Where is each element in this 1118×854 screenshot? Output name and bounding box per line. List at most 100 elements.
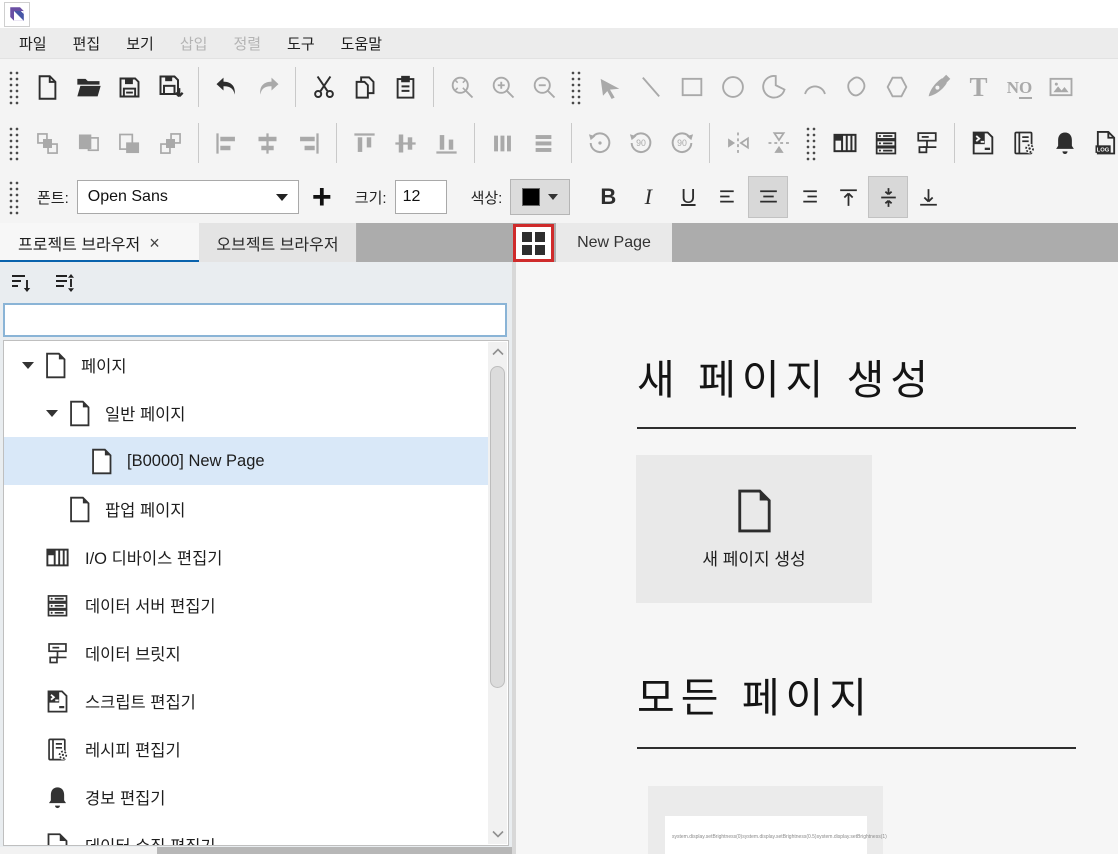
data-server-editor-button[interactable] <box>865 120 906 166</box>
tree-item-label: 일반 페이지 <box>105 401 185 425</box>
ellipse-icon <box>719 73 747 101</box>
script-editor-button[interactable] <box>962 120 1003 166</box>
tab-object-browser[interactable]: 오브젝트 브라우저 <box>199 223 357 263</box>
menu-tools[interactable]: 도구 <box>274 28 328 58</box>
scrollbar-thumb[interactable] <box>490 366 505 688</box>
thumbnail-text-row: system.display.setBrightness(0) system.d… <box>665 816 867 840</box>
text-valign-middle-button[interactable] <box>868 176 908 218</box>
tree-vertical-scrollbar[interactable] <box>488 342 507 844</box>
paste-button[interactable] <box>385 64 426 110</box>
data-bridge-button[interactable] <box>906 120 947 166</box>
font-size-input[interactable] <box>395 180 447 214</box>
data-logger-button[interactable]: LOG <box>1085 120 1118 166</box>
ungroup-icon <box>157 130 184 157</box>
toolbar-grip[interactable] <box>7 179 20 215</box>
text-valign-bottom-button[interactable] <box>908 176 948 218</box>
size-label: 크기: <box>355 187 387 208</box>
tree-item-data-server-editor[interactable]: 데이터 서버 편집기 <box>4 581 489 629</box>
scroll-up-arrow-icon[interactable] <box>488 342 507 362</box>
add-font-button[interactable]: + <box>303 177 341 217</box>
select-tool-button <box>589 64 630 110</box>
scrollbar-thumb[interactable] <box>157 847 512 854</box>
data-bridge-icon <box>44 640 71 667</box>
new-page-section-title: 새 페이지 생성 <box>637 346 934 406</box>
polygon-tool-button <box>876 64 917 110</box>
new-project-button[interactable] <box>27 64 68 110</box>
recipe-editor-button[interactable] <box>1003 120 1044 166</box>
create-new-page-button[interactable]: 새 페이지 생성 <box>636 455 872 603</box>
save-icon <box>116 74 143 101</box>
ellipse-tool-button <box>712 64 753 110</box>
io-device-editor-button[interactable] <box>824 120 865 166</box>
page-thumbnail-card[interactable]: system.display.setBrightness(0) system.d… <box>648 786 883 854</box>
toolbar-row-font: 폰트: Open Sans + 크기: 색상: B I U <box>0 171 1118 223</box>
project-browser-panel: 페이지 일반 페이지 [B0000] New Page 팝업 페이지 I/O 디… <box>0 262 512 854</box>
collapse-all-button[interactable] <box>6 268 36 298</box>
tree-item-recipe-editor[interactable]: 레시피 편집기 <box>4 725 489 773</box>
io-device-icon <box>831 129 859 157</box>
tree-item-b0000-new-page[interactable]: [B0000] New Page <box>4 437 489 485</box>
bold-button[interactable]: B <box>588 176 628 218</box>
tree-item-data-collection-editor[interactable]: 데이터 수집 편집기 <box>4 821 489 846</box>
open-project-button[interactable] <box>68 64 109 110</box>
tree-item-normal-pages[interactable]: 일반 페이지 <box>4 389 489 437</box>
toolbar-area: T NO 90 90 LOG <box>0 58 1118 223</box>
menu-view[interactable]: 보기 <box>113 28 167 58</box>
expander-arrow-icon[interactable] <box>46 410 58 417</box>
zoom-in-icon <box>489 73 517 101</box>
cut-button[interactable] <box>303 64 344 110</box>
pen-tool-button <box>917 64 958 110</box>
send-to-back-button <box>109 120 150 166</box>
freeform-shape-icon <box>842 73 870 101</box>
tree-item-pages[interactable]: 페이지 <box>4 341 489 389</box>
tree-item-io-device-editor[interactable]: I/O 디바이스 편집기 <box>4 533 489 581</box>
text-align-left-button[interactable] <box>708 176 748 218</box>
toolbar-grip[interactable] <box>7 69 20 105</box>
tree-item-data-bridge[interactable]: 데이터 브릿지 <box>4 629 489 677</box>
app-menu-button[interactable] <box>4 2 30 27</box>
menu-file[interactable]: 파일 <box>6 28 60 58</box>
recipe-icon <box>44 736 71 763</box>
underline-button[interactable]: U <box>668 176 708 218</box>
text-align-right-button[interactable] <box>788 176 828 218</box>
tree-item-popup-pages[interactable]: 팝업 페이지 <box>4 485 489 533</box>
page-overview-panel: 새 페이지 생성 새 페이지 생성 모든 페이지 system.display.… <box>516 262 1118 854</box>
tree-item-script-editor[interactable]: 스크립트 편집기 <box>4 677 489 725</box>
italic-button[interactable]: I <box>628 176 668 218</box>
bring-to-front-button <box>68 120 109 166</box>
scroll-down-arrow-icon[interactable] <box>488 824 507 844</box>
section-divider <box>637 427 1076 429</box>
copy-button[interactable] <box>344 64 385 110</box>
expander-arrow-icon[interactable] <box>22 362 34 369</box>
page-overview-button[interactable] <box>513 224 554 262</box>
tab-project-browser[interactable]: 프로젝트 브라우저 × <box>0 223 199 263</box>
group-button <box>27 120 68 166</box>
font-family-select[interactable]: Open Sans <box>77 180 299 214</box>
toolbar-grip[interactable] <box>7 125 20 161</box>
separator <box>433 67 434 107</box>
save-button[interactable] <box>109 64 150 110</box>
menu-help[interactable]: 도움말 <box>328 28 395 58</box>
rotate-button <box>579 120 620 166</box>
tree-horizontal-scrollbar[interactable] <box>0 847 512 854</box>
close-icon[interactable]: × <box>149 234 160 252</box>
alarm-editor-button[interactable] <box>1044 120 1085 166</box>
tree-item-label: 데이터 브릿지 <box>85 641 181 665</box>
toolbar-grip[interactable] <box>569 69 582 105</box>
undo-button[interactable] <box>206 64 247 110</box>
expand-all-button[interactable] <box>50 268 80 298</box>
svg-text:90: 90 <box>636 138 646 148</box>
tree-item-alarm-editor[interactable]: 경보 편집기 <box>4 773 489 821</box>
arc-tool-button <box>794 64 835 110</box>
text-valign-bottom-icon <box>916 185 941 210</box>
save-as-button[interactable] <box>150 64 191 110</box>
menu-edit[interactable]: 편집 <box>60 28 114 58</box>
tab-new-page[interactable]: New Page <box>556 223 672 263</box>
tree-search-input[interactable] <box>3 303 507 337</box>
font-color-button[interactable] <box>510 179 570 215</box>
bold-icon: B <box>600 184 616 210</box>
text-align-center-button[interactable] <box>748 176 788 218</box>
text-valign-top-button[interactable] <box>828 176 868 218</box>
toolbar-grip[interactable] <box>804 125 817 161</box>
tree-toolbar <box>6 268 80 298</box>
